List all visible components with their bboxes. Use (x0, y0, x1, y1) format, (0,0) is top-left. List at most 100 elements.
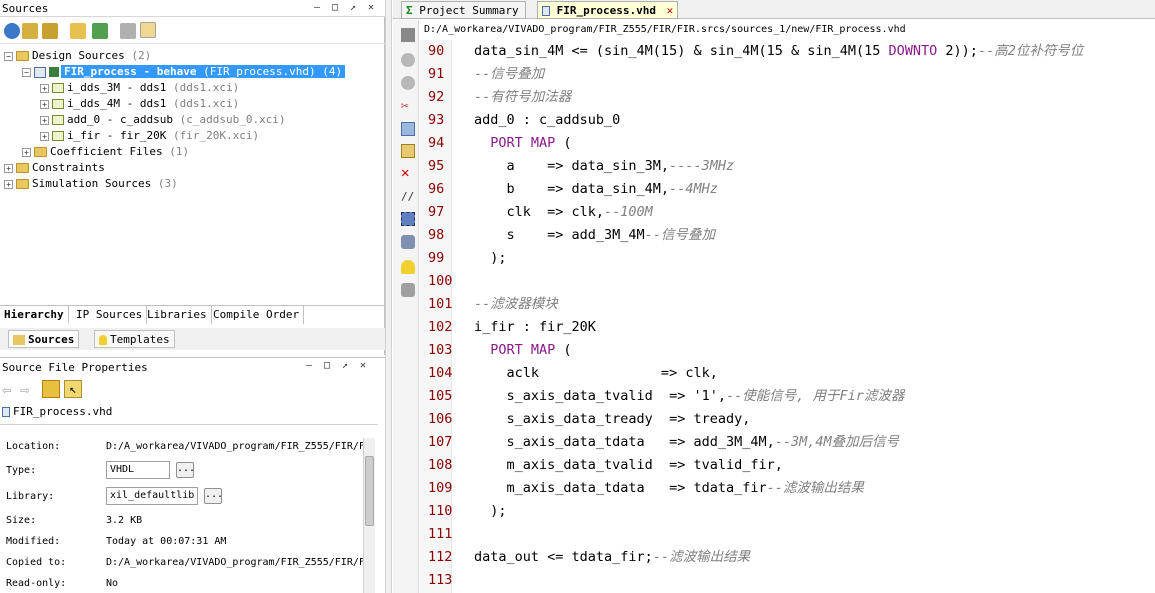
close-tab-icon[interactable]: ✕ (667, 4, 674, 17)
copy-icon[interactable] (401, 122, 415, 136)
code-line[interactable]: 95 a => data_sin_3M,----3MHz (420, 155, 1155, 178)
close-icon[interactable]: ✕ (365, 2, 377, 14)
bookmark-icon[interactable] (401, 283, 415, 297)
paste-icon[interactable] (401, 144, 415, 158)
float-icon[interactable]: ↗ (339, 360, 351, 372)
comment-icon[interactable]: // (401, 190, 415, 204)
tab-templates[interactable]: Templates (94, 330, 175, 348)
redo-icon[interactable] (401, 76, 415, 90)
properties-scrollbar[interactable] (363, 438, 375, 593)
library-browse-button[interactable]: ... (204, 488, 223, 504)
document-icon[interactable] (120, 23, 136, 39)
tab-project-summary[interactable]: Σ Project Summary (401, 1, 526, 19)
save-icon[interactable] (401, 28, 415, 42)
tree-item-coefficient-files[interactable]: + Coefficient Files (1) (22, 144, 189, 160)
keyword-token: PORT MAP (490, 342, 556, 358)
expand-toggle-icon[interactable]: + (40, 83, 49, 93)
tree-item-i-dds-3m[interactable]: + i_dds_3M - dds1 (dds1.xci) (40, 80, 239, 96)
code-line[interactable]: 108 m_axis_data_tvalid => tvalid_fir, (420, 454, 1155, 477)
code-line[interactable]: 99 ); (420, 247, 1155, 270)
undo-icon[interactable] (401, 53, 415, 67)
code-line[interactable]: 101 --滤波器模块 (420, 293, 1155, 316)
code-line[interactable]: 91 --信号叠加 (420, 63, 1155, 86)
tab-compile-order[interactable]: Compile Order (209, 306, 305, 324)
tab-libraries[interactable]: Libraries (143, 306, 212, 324)
vertical-splitter[interactable] (385, 0, 392, 593)
code-line[interactable]: 109 m_axis_data_tdata => tdata_fir--滤波输出… (420, 477, 1155, 500)
collapse-toggle-icon[interactable]: − (4, 51, 13, 61)
float-icon[interactable]: ↗ (347, 2, 359, 14)
pointer-icon[interactable]: ↖ (64, 380, 82, 398)
forward-arrow-icon[interactable]: ⇨ (20, 380, 30, 399)
minimize-icon[interactable]: — (303, 360, 315, 372)
tree-item-simulation-sources[interactable]: + Simulation Sources (3) (4, 176, 178, 192)
tree-item-i-dds-4m[interactable]: + i_dds_4M - dds1 (dds1.xci) (40, 96, 239, 112)
code-area[interactable]: 90 data_sin_4M <= (sin_4M(15) & sin_4M(15… (420, 40, 1155, 593)
code-line[interactable]: 113 (420, 569, 1155, 592)
code-line[interactable]: 93 add_0 : c_addsub_0 (420, 109, 1155, 132)
tree-item-add-0[interactable]: + add_0 - c_addsub (c_addsub_0.xci) (40, 112, 286, 128)
type-field[interactable]: VHDL (106, 461, 170, 479)
expand-toggle-icon[interactable]: + (40, 131, 49, 141)
code-line[interactable]: 94 PORT MAP ( (420, 132, 1155, 155)
settings-icon[interactable] (42, 380, 60, 398)
expand-toggle-icon[interactable]: + (4, 163, 13, 173)
properties-icon[interactable] (140, 22, 156, 38)
tree-item-design-sources[interactable]: − Design Sources (2) (4, 48, 151, 64)
code-line[interactable]: 112 data_out <= tdata_fir;--滤波输出结果 (420, 546, 1155, 569)
expand-toggle-icon[interactable]: + (22, 147, 31, 157)
open-folder-icon[interactable] (70, 23, 86, 39)
tab-fir-process-vhd[interactable]: FIR_process.vhd ✕ (537, 1, 679, 19)
expand-all-icon[interactable] (42, 23, 58, 39)
library-field[interactable]: xil_defaultlib (106, 487, 198, 505)
cut-icon[interactable]: ✂ (401, 100, 415, 114)
sources-header: Sources — □ ↗ ✕ (0, 0, 385, 17)
maximize-icon[interactable]: □ (321, 360, 333, 372)
search-icon[interactable] (4, 23, 20, 39)
collapse-all-icon[interactable] (22, 23, 38, 39)
tree-item-i-fir[interactable]: + i_fir - fir_20K (fir_20K.xci) (40, 128, 259, 144)
prop-read-only: Read-only: No (6, 578, 119, 589)
collapse-toggle-icon[interactable]: − (22, 67, 31, 77)
tree-item-constraints[interactable]: + Constraints (4, 160, 105, 176)
code-line[interactable]: 105 s_axis_data_tvalid => '1',--使能信号, 用于… (420, 385, 1155, 408)
lightbulb-icon[interactable] (401, 260, 415, 274)
code-text: --滤波器模块 (474, 293, 558, 316)
line-number: 101 (428, 296, 453, 312)
tab-sources[interactable]: Sources (8, 330, 80, 348)
maximize-icon[interactable]: □ (329, 2, 341, 14)
code-line[interactable]: 90 data_sin_4M <= (sin_4M(15) & sin_4M(15… (420, 40, 1155, 63)
block-select-icon[interactable] (401, 212, 415, 226)
code-line[interactable]: 104 aclk => clk, (420, 362, 1155, 385)
expand-toggle-icon[interactable]: + (40, 115, 49, 125)
comment-token: --高2位补符号位 (977, 43, 1084, 59)
back-arrow-icon[interactable]: ⇦ (2, 380, 12, 399)
code-line[interactable]: 97 clk => clk,--100M (420, 201, 1155, 224)
type-browse-button[interactable]: ... (176, 462, 195, 478)
sources-title: Sources (2, 2, 49, 15)
code-line[interactable]: 102 i_fir : fir_20K (420, 316, 1155, 339)
code-line[interactable]: 103 PORT MAP ( (420, 339, 1155, 362)
scrollbar-thumb[interactable] (365, 456, 374, 526)
code-line[interactable]: 107 s_axis_data_tdata => add_3M_4M,--3M,… (420, 431, 1155, 454)
expand-toggle-icon[interactable]: + (4, 179, 13, 189)
tab-hierarchy[interactable]: Hierarchy (0, 306, 69, 324)
code-line[interactable]: 98 s => add_3M_4M--信号叠加 (420, 224, 1155, 247)
code-line[interactable]: 92 --有符号加法器 (420, 86, 1155, 109)
find-icon[interactable] (401, 235, 415, 249)
code-line[interactable]: 100 (420, 270, 1155, 293)
tree-item-fir-process[interactable]: − FIR_process - behave (FIR_process.vhd) … (22, 64, 346, 80)
minimize-icon[interactable]: — (311, 2, 323, 14)
expand-toggle-icon[interactable]: + (40, 99, 49, 109)
folder-icon (16, 163, 29, 173)
close-icon[interactable]: ✕ (357, 360, 369, 372)
code-line[interactable]: 106 s_axis_data_tready => tready, (420, 408, 1155, 431)
delete-icon[interactable]: ✕ (401, 166, 415, 180)
tab-ip-sources[interactable]: IP Sources (72, 306, 148, 324)
code-text: aclk => clk, (474, 362, 718, 385)
code-line[interactable]: 111 (420, 523, 1155, 546)
add-sources-icon[interactable] (92, 23, 108, 39)
code-line[interactable]: 96 b => data_sin_4M,--4MHz (420, 178, 1155, 201)
code-line[interactable]: 110 ); (420, 500, 1155, 523)
